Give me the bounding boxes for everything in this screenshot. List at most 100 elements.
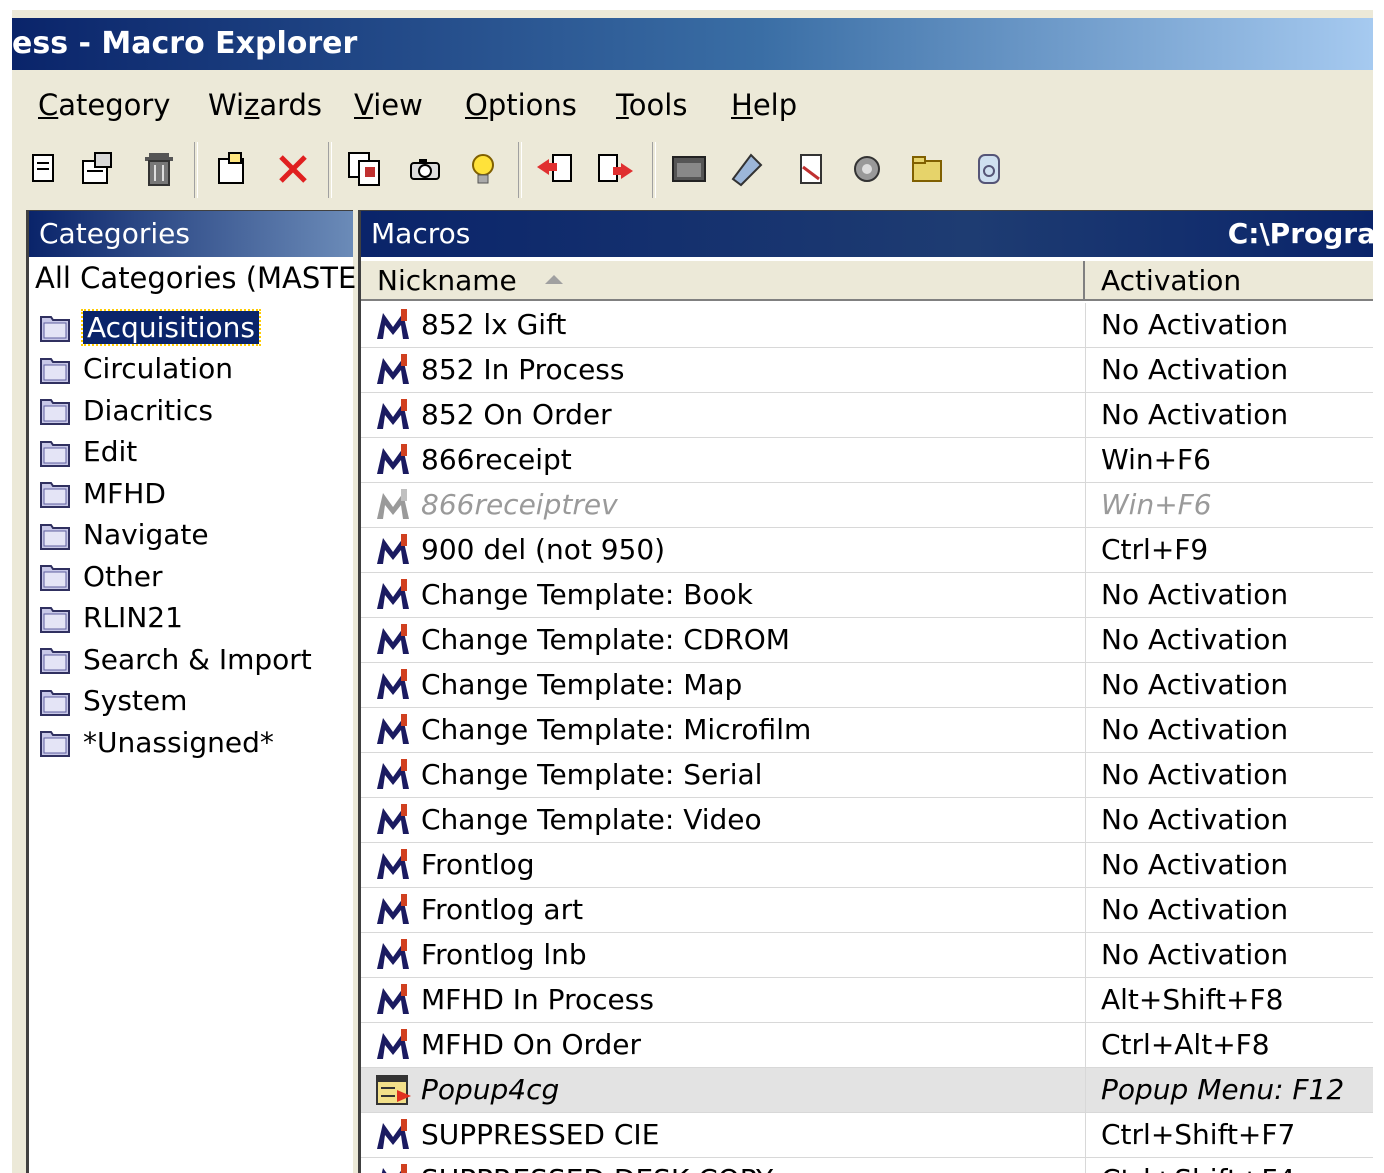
sort-ascending-icon <box>545 275 563 284</box>
macro-row[interactable]: Popup4cg Popup Menu: F12 <box>361 1068 1373 1113</box>
macro-icon <box>377 714 409 744</box>
macro-row[interactable]: Frontlog lnb No Activation <box>361 933 1373 978</box>
macro-list: 852 lx Gift No Activation 852 In Process No… <box>361 303 1373 1173</box>
column-divider <box>1085 303 1086 347</box>
window-icon[interactable] <box>666 146 712 192</box>
toolbar <box>12 138 1373 204</box>
macro-row[interactable]: 852 In Process No Activation <box>361 348 1373 393</box>
macro-activation: Ctrl+Alt+F8 <box>1101 1028 1270 1061</box>
folder-icon <box>40 523 70 550</box>
column-divider <box>1085 573 1086 617</box>
column-header-nickname[interactable]: Nickname <box>361 261 1085 301</box>
menu-help[interactable]: Help <box>731 88 797 122</box>
column-divider <box>1085 933 1086 977</box>
macro-nickname: MFHD In Process <box>421 983 654 1016</box>
delete-icon[interactable] <box>136 146 182 192</box>
category-item[interactable]: System <box>37 681 187 721</box>
new-macro-icon[interactable] <box>20 146 66 192</box>
window-title: ess - Macro Explorer <box>12 26 358 61</box>
macro-nickname: Change Template: Serial <box>421 758 763 791</box>
remove-icon[interactable] <box>270 146 316 192</box>
column-divider <box>1085 1068 1086 1112</box>
macro-icon <box>377 1029 409 1059</box>
macro-activation: No Activation <box>1101 308 1289 341</box>
menu-bar: Category Wizards View Options Tools Help <box>12 82 1373 132</box>
category-item[interactable]: Navigate <box>37 515 209 555</box>
macro-row[interactable]: Change Template: Serial No Activation <box>361 753 1373 798</box>
macro-row[interactable]: Change Template: CDROM No Activation <box>361 618 1373 663</box>
folder-icon[interactable] <box>904 146 950 192</box>
macro-row[interactable]: Frontlog No Activation <box>361 843 1373 888</box>
macro-row[interactable]: Frontlog art No Activation <box>361 888 1373 933</box>
macro-nickname: Change Template: Microfilm <box>421 713 812 746</box>
column-divider <box>1085 798 1086 842</box>
category-item[interactable]: *Unassigned* <box>37 722 274 762</box>
macro-nickname: 866receiptrev <box>421 488 618 521</box>
tools-icon[interactable] <box>724 146 770 192</box>
macro-row[interactable]: SUPPRESSED CIE Ctrl+Shift+F7 <box>361 1113 1373 1158</box>
help-icon[interactable] <box>966 146 1012 192</box>
menu-wizards[interactable]: Wizards <box>208 88 322 122</box>
macro-row[interactable]: Change Template: Video No Activation <box>361 798 1373 843</box>
macro-row[interactable]: Change Template: Map No Activation <box>361 663 1373 708</box>
export-icon[interactable] <box>592 146 638 192</box>
column-header-activation[interactable]: Activation <box>1085 261 1373 301</box>
macro-activation: Ctrl+F9 <box>1101 533 1209 566</box>
menu-category[interactable]: Category <box>38 88 170 122</box>
macro-nickname: Frontlog art <box>421 893 584 926</box>
gear-icon[interactable] <box>844 146 890 192</box>
category-label: System <box>83 684 188 717</box>
category-item[interactable]: Search & Import <box>37 639 312 679</box>
menu-view[interactable]: View <box>354 88 423 122</box>
menu-options[interactable]: Options <box>465 88 577 122</box>
column-divider <box>1085 438 1086 482</box>
macro-row[interactable]: MFHD On Order Ctrl+Alt+F8 <box>361 1023 1373 1068</box>
macro-row[interactable]: 866receipt Win+F6 <box>361 438 1373 483</box>
macro-nickname: Change Template: Map <box>421 668 743 701</box>
macro-activation: No Activation <box>1101 713 1289 746</box>
column-divider <box>1085 528 1086 572</box>
macro-icon <box>377 939 409 969</box>
category-item[interactable]: Acquisitions <box>37 307 261 347</box>
copy-icon[interactable] <box>342 146 388 192</box>
macros-header: Macros C:\Progra <box>361 211 1373 257</box>
properties-icon[interactable] <box>74 146 120 192</box>
macro-activation: No Activation <box>1101 398 1289 431</box>
macro-row[interactable]: 852 lx Gift No Activation <box>361 303 1373 348</box>
category-item[interactable]: Diacritics <box>37 390 213 430</box>
lightbulb-icon[interactable] <box>460 146 506 192</box>
folder-icon <box>40 565 70 591</box>
macro-row[interactable]: SUPPRESSED DESK COPY Ctrl+Shift+F4 <box>361 1158 1373 1173</box>
category-item[interactable]: Circulation <box>37 349 233 389</box>
macro-row[interactable]: Change Template: Book No Activation <box>361 573 1373 618</box>
column-divider <box>1085 483 1086 527</box>
macro-icon <box>377 399 409 429</box>
category-item[interactable]: MFHD <box>37 473 166 513</box>
macro-nickname: SUPPRESSED DESK COPY <box>421 1163 773 1173</box>
macro-row[interactable]: 866receiptrev Win+F6 <box>361 483 1373 528</box>
new-category-icon[interactable] <box>208 146 254 192</box>
macro-nickname: 852 lx Gift <box>421 308 567 341</box>
macro-row[interactable]: 852 On Order No Activation <box>361 393 1373 438</box>
category-item[interactable]: Other <box>37 556 163 596</box>
folder-icon <box>40 357 70 384</box>
macro-row[interactable]: 900 del (not 950) Ctrl+F9 <box>361 528 1373 573</box>
macro-explorer-window: ess - Macro Explorer Category Wizards Vi… <box>12 10 1373 1173</box>
column-divider <box>1085 1113 1086 1157</box>
column-divider <box>1085 978 1086 1022</box>
category-item[interactable]: Edit <box>37 432 137 472</box>
folder-icon <box>40 689 70 716</box>
column-divider <box>1085 888 1086 932</box>
macro-icon <box>377 309 409 339</box>
document-icon[interactable] <box>788 146 834 192</box>
menu-tools[interactable]: Tools <box>616 88 687 122</box>
category-item[interactable]: RLIN21 <box>37 598 183 638</box>
macro-row[interactable]: MFHD In Process Alt+Shift+F8 <box>361 978 1373 1023</box>
macro-icon <box>377 354 409 384</box>
macro-row[interactable]: Change Template: Microfilm No Activation <box>361 708 1373 753</box>
macro-activation: No Activation <box>1101 623 1289 656</box>
camera-icon[interactable] <box>402 146 448 192</box>
import-icon[interactable] <box>532 146 578 192</box>
all-categories-node[interactable]: All Categories (MASTER1 <box>35 261 395 295</box>
macro-icon <box>377 579 409 609</box>
